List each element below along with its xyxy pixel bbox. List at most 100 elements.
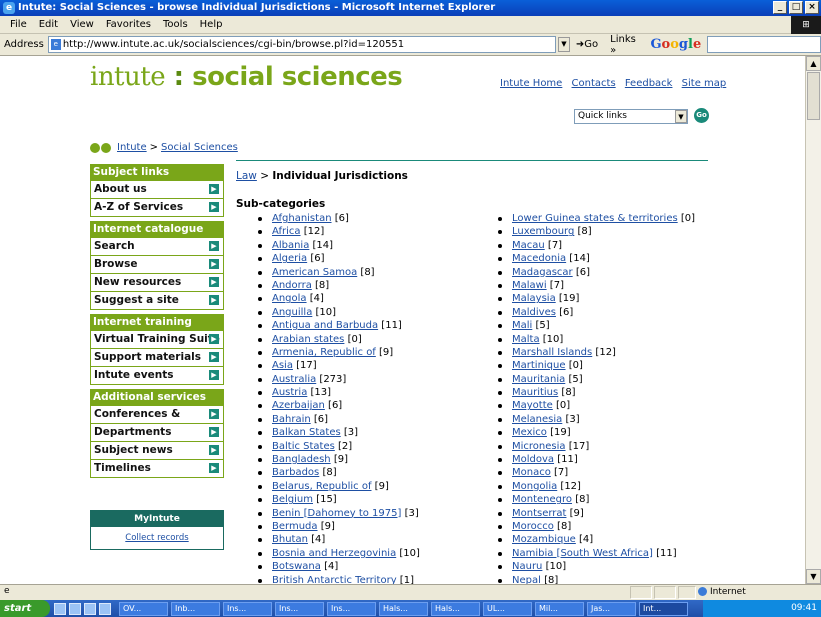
subcategory-link-namibia-south-west-africa[interactable]: Namibia [South West Africa] bbox=[512, 548, 653, 559]
intute-home-link[interactable]: Intute Home bbox=[500, 78, 562, 89]
subcategory-link-british-antarctic-territory[interactable]: British Antarctic Territory bbox=[272, 575, 397, 584]
subcategory-link-bahrain[interactable]: Bahrain bbox=[272, 414, 311, 425]
subcategory-link-mozambique[interactable]: Mozambique bbox=[512, 534, 576, 545]
subcategory-link-balkan-states[interactable]: Balkan States bbox=[272, 427, 341, 438]
menu-file[interactable]: File bbox=[4, 19, 33, 30]
subcategory-link-montenegro[interactable]: Montenegro bbox=[512, 494, 572, 505]
google-search-input[interactable] bbox=[707, 36, 821, 53]
subcategory-link-malta[interactable]: Malta bbox=[512, 334, 540, 345]
address-input[interactable]: e http://www.intute.ac.uk/socialsciences… bbox=[47, 36, 557, 53]
taskbar-button[interactable]: Inb... bbox=[171, 601, 220, 616]
subcategory-link-bhutan[interactable]: Bhutan bbox=[272, 534, 308, 545]
taskbar-button[interactable]: UL... bbox=[483, 601, 532, 616]
sidebar-item-new-resources[interactable]: New resources ▶ bbox=[90, 274, 224, 292]
subcategory-link-nauru[interactable]: Nauru bbox=[512, 561, 542, 572]
google-toolbar-logo[interactable]: Google bbox=[650, 37, 701, 52]
collect-records-link[interactable]: Collect records bbox=[125, 533, 188, 543]
sidebar-item-intute-events[interactable]: Intute events ▶ bbox=[90, 367, 224, 385]
subcategory-link-mongolia[interactable]: Mongolia bbox=[512, 481, 557, 492]
menu-favorites[interactable]: Favorites bbox=[100, 19, 157, 30]
scroll-down-icon[interactable]: ▼ bbox=[806, 569, 821, 584]
outlook-icon[interactable] bbox=[84, 602, 96, 615]
subcategory-link-benin-dahomey-to-1975[interactable]: Benin [Dahomey to 1975] bbox=[272, 508, 401, 519]
breadcrumb-intute[interactable]: Intute bbox=[117, 142, 147, 153]
desktop-icon[interactable] bbox=[54, 602, 66, 615]
taskbar-button[interactable]: Hals... bbox=[379, 601, 428, 616]
quick-links-select[interactable]: Quick links ▼ bbox=[574, 109, 688, 124]
sidebar-item-departments[interactable]: Departments ▶ bbox=[90, 424, 224, 442]
subcategory-link-marshall-islands[interactable]: Marshall Islands bbox=[512, 347, 592, 358]
subcategory-link-bermuda[interactable]: Bermuda bbox=[272, 521, 318, 532]
subcategory-link-moldova[interactable]: Moldova bbox=[512, 454, 554, 465]
subcategory-link-martinique[interactable]: Martinique bbox=[512, 360, 566, 371]
feedback-link[interactable]: Feedback bbox=[625, 78, 673, 89]
contacts-link[interactable]: Contacts bbox=[572, 78, 616, 89]
sidebar-item-suggest-a-site[interactable]: Suggest a site ▶ bbox=[90, 292, 224, 310]
subcategory-link-mayotte[interactable]: Mayotte bbox=[512, 400, 553, 411]
subcategory-link-mauritius[interactable]: Mauritius bbox=[512, 387, 558, 398]
sidebar-item-a-z-of-services[interactable]: A-Z of Services ▶ bbox=[90, 199, 224, 217]
subcategory-link-montserrat[interactable]: Montserrat bbox=[512, 508, 566, 519]
subcategory-link-albania[interactable]: Albania bbox=[272, 240, 309, 251]
quick-links-go-button[interactable]: Go bbox=[694, 108, 709, 123]
site-logo[interactable]: intute : social sciences bbox=[90, 62, 403, 92]
subcategory-link-armenia-republic-of[interactable]: Armenia, Republic of bbox=[272, 347, 376, 358]
sidebar-item-search[interactable]: Search ▶ bbox=[90, 238, 224, 256]
sidebar-item-conferences-events[interactable]: Conferences & events▶ bbox=[90, 406, 224, 437]
sidebar-item-virtual-training-suite[interactable]: Virtual Training Suite ▶ bbox=[90, 331, 224, 349]
subcategory-link-lower-guinea-states-territories[interactable]: Lower Guinea states & territories bbox=[512, 213, 678, 224]
subcategory-link-azerbaijan[interactable]: Azerbaijan bbox=[272, 400, 325, 411]
vertical-scrollbar[interactable]: ▲ ▼ bbox=[805, 56, 821, 584]
menu-tools[interactable]: Tools bbox=[157, 19, 194, 30]
subcategory-link-botswana[interactable]: Botswana bbox=[272, 561, 321, 572]
subcategory-link-nepal[interactable]: Nepal bbox=[512, 575, 541, 584]
sidebar-item-support-materials[interactable]: Support materials ▶ bbox=[90, 349, 224, 367]
go-button[interactable]: ➜Go bbox=[576, 39, 598, 50]
maximize-button[interactable]: □ bbox=[789, 1, 803, 14]
taskbar-button[interactable]: Mil... bbox=[535, 601, 584, 616]
subcategory-link-malaysia[interactable]: Malaysia bbox=[512, 293, 556, 304]
explorer-icon[interactable] bbox=[99, 602, 111, 615]
subcategory-link-macau[interactable]: Macau bbox=[512, 240, 545, 251]
taskbar-button[interactable]: Ins... bbox=[275, 601, 324, 616]
address-dropdown-button[interactable]: ▼ bbox=[558, 37, 570, 52]
taskbar-button[interactable]: Int... bbox=[639, 601, 688, 616]
breadcrumb-social-sciences[interactable]: Social Sciences bbox=[161, 142, 238, 153]
minimize-button[interactable]: _ bbox=[773, 1, 787, 14]
subcategory-link-angola[interactable]: Angola bbox=[272, 293, 307, 304]
subcategory-link-australia[interactable]: Australia bbox=[272, 374, 316, 385]
scroll-thumb[interactable] bbox=[807, 72, 820, 120]
taskbar-button[interactable]: OV... bbox=[119, 601, 168, 616]
subcategory-link-malawi[interactable]: Malawi bbox=[512, 280, 547, 291]
sidebar-item-browse[interactable]: Browse ▶ bbox=[90, 256, 224, 274]
close-button[interactable]: × bbox=[805, 1, 819, 14]
subcategory-link-bosnia-and-herzegovinia[interactable]: Bosnia and Herzegovinia bbox=[272, 548, 396, 559]
subcategory-link-andorra[interactable]: Andorra bbox=[272, 280, 312, 291]
subcategory-link-belarus-republic-of[interactable]: Belarus, Republic of bbox=[272, 481, 372, 492]
subcategory-link-arabian-states[interactable]: Arabian states bbox=[272, 334, 344, 345]
taskbar-button[interactable]: Ins... bbox=[327, 601, 376, 616]
sidebar-item-about-us[interactable]: About us ▶ bbox=[90, 181, 224, 199]
sidebar-item-timelines[interactable]: Timelines ▶ bbox=[90, 460, 224, 478]
subcategory-link-maldives[interactable]: Maldives bbox=[512, 307, 556, 318]
subcategory-link-algeria[interactable]: Algeria bbox=[272, 253, 307, 264]
subcategory-link-afghanistan[interactable]: Afghanistan bbox=[272, 213, 332, 224]
subcategory-link-belgium[interactable]: Belgium bbox=[272, 494, 313, 505]
subcategory-link-barbados[interactable]: Barbados bbox=[272, 467, 319, 478]
breadcrumb-law[interactable]: Law bbox=[236, 170, 257, 182]
subcategory-link-micronesia[interactable]: Micronesia bbox=[512, 441, 566, 452]
site-map-link[interactable]: Site map bbox=[682, 78, 727, 89]
subcategory-link-anguilla[interactable]: Anguilla bbox=[272, 307, 312, 318]
subcategory-link-melanesia[interactable]: Melanesia bbox=[512, 414, 562, 425]
links-button[interactable]: Links » bbox=[610, 34, 644, 56]
subcategory-link-baltic-states[interactable]: Baltic States bbox=[272, 441, 335, 452]
subcategory-link-madagascar[interactable]: Madagascar bbox=[512, 267, 573, 278]
menu-edit[interactable]: Edit bbox=[33, 19, 64, 30]
subcategory-link-antigua-and-barbuda[interactable]: Antigua and Barbuda bbox=[272, 320, 378, 331]
subcategory-link-luxembourg[interactable]: Luxembourg bbox=[512, 226, 574, 237]
subcategory-link-mexico[interactable]: Mexico bbox=[512, 427, 547, 438]
subcategory-link-monaco[interactable]: Monaco bbox=[512, 467, 551, 478]
start-button[interactable]: start bbox=[0, 600, 50, 617]
scroll-up-icon[interactable]: ▲ bbox=[806, 56, 821, 71]
subcategory-link-mauritania[interactable]: Mauritania bbox=[512, 374, 565, 385]
